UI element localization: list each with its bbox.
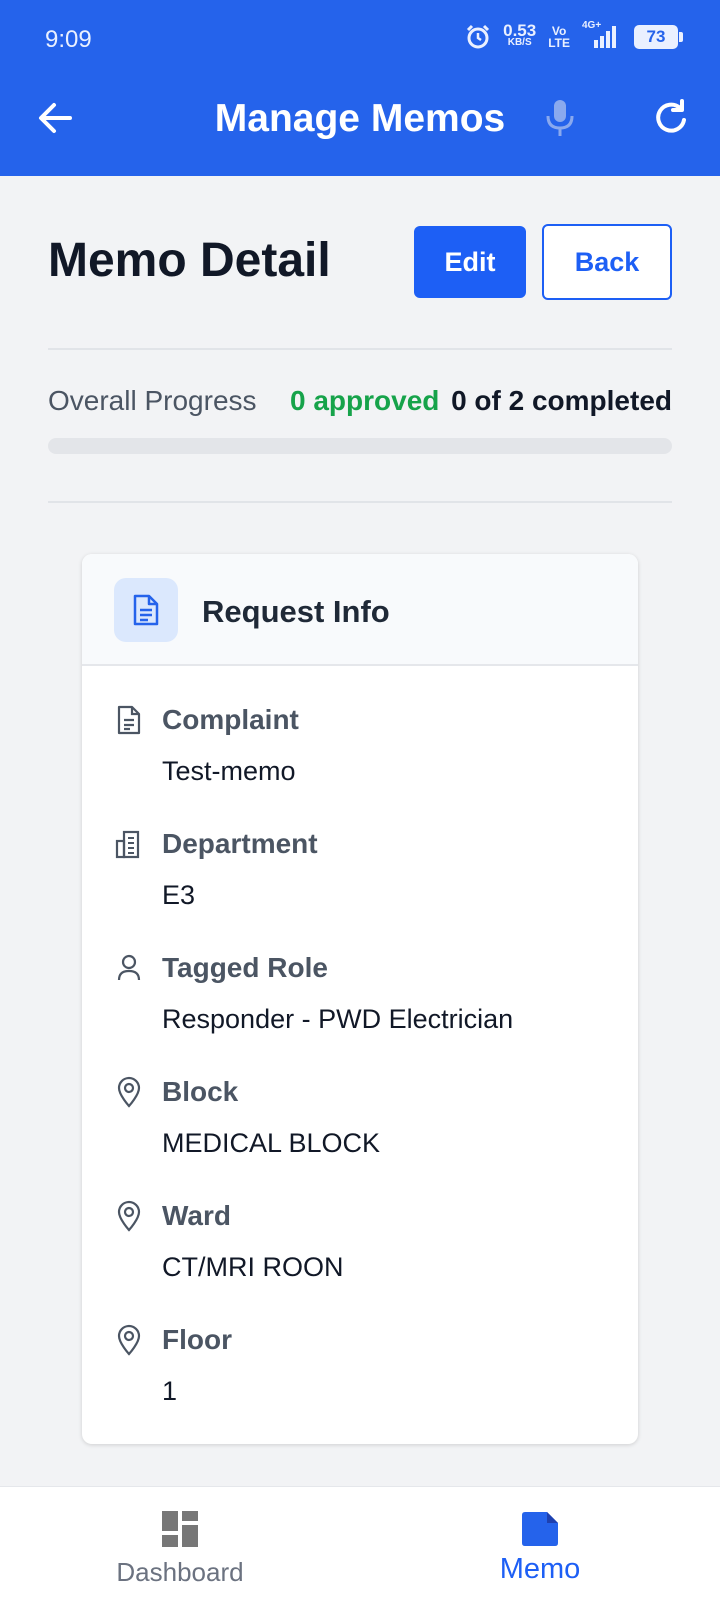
field-value: 1: [162, 1376, 178, 1406]
field-label: Department: [162, 828, 318, 859]
field-label: Tagged Role: [162, 952, 328, 983]
progress-label: Overall Progress: [48, 385, 257, 416]
field-label: Floor: [162, 1324, 232, 1355]
nav-item-memo[interactable]: Memo: [440, 1487, 640, 1604]
app-header: 9:09 0.53 KB/S Vo LTE 4G+ 73 Manage Memo…: [0, 0, 720, 176]
divider: [48, 501, 672, 503]
nav-label: Dashboard: [116, 1557, 244, 1587]
page-title: Memo Detail: [48, 234, 331, 287]
status-icons: 0.53 KB/S Vo LTE 4G+ 73: [465, 20, 683, 50]
approved-count: 0 approved: [290, 385, 440, 416]
document-icon: [117, 705, 141, 735]
microphone-icon[interactable]: [540, 96, 580, 140]
field-value: CT/MRI ROON: [162, 1252, 344, 1282]
card-title: Request Info: [202, 594, 390, 629]
field-value: E3: [162, 880, 196, 910]
building-icon: [115, 830, 140, 859]
battery-indicator: 73: [634, 25, 683, 49]
refresh-icon[interactable]: [650, 96, 694, 140]
field-value: MEDICAL BLOCK: [162, 1128, 381, 1158]
field-value: Responder - PWD Electrician: [162, 1004, 514, 1034]
signal-icon: 4G+: [582, 20, 622, 50]
map-pin-icon: [117, 1324, 141, 1356]
divider: [48, 348, 672, 350]
nav-item-dashboard[interactable]: Dashboard: [80, 1487, 280, 1604]
bottom-nav: Dashboard Memo: [0, 1486, 720, 1604]
progress-bar: [48, 438, 672, 454]
user-icon: [117, 954, 141, 981]
back-button[interactable]: Back: [542, 224, 672, 300]
document-icon: [114, 578, 178, 642]
field-label: Block: [162, 1076, 239, 1107]
nav-label: Memo: [499, 1553, 581, 1585]
map-pin-icon: [117, 1200, 141, 1232]
app-title: Manage Memos: [214, 97, 506, 140]
net-speed: 0.53 KB/S: [503, 21, 537, 48]
completed-count: 0 of 2 completed: [451, 385, 672, 416]
field-value: Test-memo: [162, 756, 296, 786]
map-pin-icon: [117, 1076, 141, 1108]
volte-indicator: Vo LTE: [548, 24, 570, 50]
card-header: Request Info: [82, 554, 638, 666]
request-info-card: Request Info Complaint Test-memo Departm…: [82, 554, 638, 1444]
dashboard-icon: [162, 1511, 198, 1547]
alarm-icon: [467, 24, 490, 49]
field-label: Complaint: [162, 704, 299, 735]
edit-button[interactable]: Edit: [414, 226, 526, 298]
memo-icon: [522, 1512, 558, 1546]
status-time: 9:09: [45, 26, 92, 53]
field-label: Ward: [162, 1200, 231, 1231]
